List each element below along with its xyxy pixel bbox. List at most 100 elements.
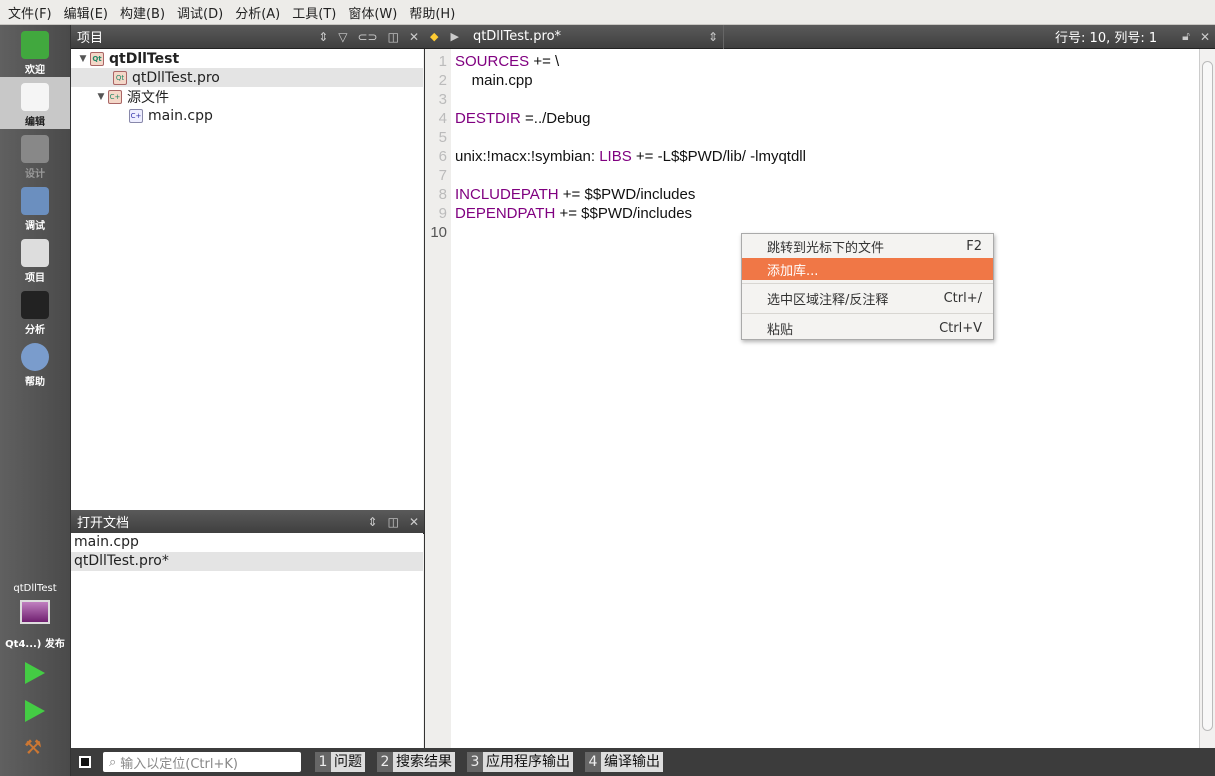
split-icon[interactable]: ◫ bbox=[388, 515, 399, 529]
mode-label: 项目 bbox=[25, 273, 45, 284]
mode-label: 帮助 bbox=[25, 377, 45, 388]
menu-item-label: 粘贴 bbox=[767, 322, 794, 338]
menu-item[interactable]: 调试(D) bbox=[171, 3, 229, 22]
help-icon bbox=[21, 343, 49, 371]
code-editor[interactable]: 1 2 3 4 5 6 7 8 9 10 SOURCES += \ main.cpp DESTDIR… bbox=[424, 49, 1199, 748]
toggle-sidebar-icon[interactable] bbox=[79, 756, 91, 768]
mode-analyze[interactable]: 分析 bbox=[0, 285, 70, 337]
panel-title: 打开文档 bbox=[77, 516, 130, 531]
menu-separator bbox=[742, 313, 993, 314]
code-text: unix:!macx:!symbian: bbox=[455, 148, 600, 165]
menu-item[interactable]: 窗体(W) bbox=[342, 3, 403, 22]
qt-project-icon: Qt bbox=[90, 51, 104, 66]
open-docs-list: main.cpp qtDllTest.pro* bbox=[71, 533, 423, 748]
mode-debug[interactable]: 调试 bbox=[0, 181, 70, 233]
menu-item-label: 选中区域注释/反注释 bbox=[767, 292, 889, 308]
locator-input[interactable]: ⌕ 输入以定位(Ctrl+K) bbox=[103, 752, 301, 772]
output-tab[interactable]: 1 问题 bbox=[315, 752, 365, 772]
mode-help[interactable]: 帮助 bbox=[0, 337, 70, 389]
open-doc-item[interactable]: qtDllTest.pro* bbox=[71, 552, 423, 571]
qt-logo-icon bbox=[21, 31, 49, 59]
mode-sidebar: qtDllTest Qt4...) 发布 ⚒ 欢迎 编辑设计 调试项目分析帮助 bbox=[0, 25, 71, 776]
locator-placeholder: 输入以定位(Ctrl+K) bbox=[120, 756, 238, 772]
menu-item[interactable]: 工具(T) bbox=[286, 3, 342, 22]
menu-item[interactable]: 帮助(H) bbox=[403, 3, 461, 22]
code-text: =../Debug bbox=[520, 110, 591, 127]
debug-run-icon[interactable] bbox=[25, 700, 45, 722]
mode-label: 分析 bbox=[25, 325, 45, 336]
context-menu-item[interactable]: 添加库... bbox=[742, 258, 993, 280]
keyword: LIBS bbox=[599, 148, 632, 165]
open-docs-header: 打开文档 ⇕ ◫ ✕ bbox=[71, 510, 424, 534]
mode-label: 设计 bbox=[25, 169, 45, 180]
link-icon[interactable]: ⊂⊃ bbox=[357, 30, 377, 44]
tab-number: 3 bbox=[467, 752, 483, 772]
document-selector[interactable]: qtDllTest.pro* bbox=[473, 29, 703, 44]
menu-item[interactable]: 编辑(E) bbox=[58, 3, 114, 22]
close-document-icon[interactable]: ✕ bbox=[1200, 30, 1210, 44]
menu-item-shortcut: F2 bbox=[966, 238, 982, 254]
context-menu-item[interactable]: 跳转到光标下的文件 F2 bbox=[742, 235, 993, 257]
lock-icon[interactable]: 🔓︎ bbox=[1182, 29, 1190, 44]
context-menu-item[interactable]: 粘贴 Ctrl+V bbox=[742, 317, 993, 339]
vertical-scrollbar[interactable] bbox=[1199, 49, 1215, 748]
run-icon[interactable] bbox=[25, 662, 45, 684]
tree-item-main-cpp[interactable]: C+ main.cpp bbox=[71, 106, 423, 125]
tree-item-sources[interactable]: ▼ C+ 源文件 bbox=[71, 87, 423, 106]
menu-item[interactable]: 分析(A) bbox=[229, 3, 286, 22]
line-number-gutter: 1 2 3 4 5 6 7 8 9 10 bbox=[425, 49, 451, 748]
menu-item[interactable]: 构建(B) bbox=[114, 3, 171, 22]
keyword: SOURCES bbox=[455, 53, 530, 70]
menu-item-shortcut: Ctrl+V bbox=[939, 320, 982, 336]
folder-icon: C+ bbox=[108, 89, 122, 104]
line-number: 8 bbox=[438, 186, 447, 203]
line-number: 2 bbox=[438, 72, 447, 89]
tree-item-pro-file[interactable]: Qt qtDllTest.pro bbox=[71, 68, 423, 87]
tab-label: 编译输出 bbox=[601, 752, 663, 772]
split-icon[interactable]: ◫ bbox=[388, 30, 399, 44]
target-project: qtDllTest bbox=[13, 583, 57, 594]
view-select-icon[interactable]: ⇕ bbox=[368, 515, 378, 529]
target-selector-icon[interactable] bbox=[20, 600, 50, 624]
design-icon bbox=[21, 135, 49, 163]
back-icon[interactable]: ◆ bbox=[430, 30, 438, 43]
open-doc-item[interactable]: main.cpp bbox=[71, 533, 423, 552]
keyword: DEPENDPATH bbox=[455, 205, 556, 222]
code-text: += -L$$PWD/lib/ -lmyqtdll bbox=[631, 148, 806, 165]
menu-item-label: 跳转到光标下的文件 bbox=[767, 240, 885, 256]
search-icon: ⌕ bbox=[109, 754, 117, 770]
code-text: += $$PWD/includes bbox=[555, 205, 693, 222]
mode-design[interactable]: 设计 bbox=[0, 129, 70, 181]
target-kit: Qt4...) 发布 bbox=[5, 639, 65, 650]
cpp-file-icon: C+ bbox=[129, 108, 143, 123]
line-number: 3 bbox=[438, 91, 447, 108]
close-icon[interactable]: ✕ bbox=[409, 515, 419, 529]
tab-number: 2 bbox=[377, 752, 393, 772]
menu-bar: 文件(F) 编辑(E) 构建(B) 调试(D) 分析(A) 工具(T) 窗体(W) 帮助(H) bbox=[0, 0, 1215, 25]
output-tab[interactable]: 4 编译输出 bbox=[585, 752, 663, 772]
tab-label: 应用程序输出 bbox=[483, 752, 573, 772]
mode-project[interactable]: 项目 bbox=[0, 233, 70, 285]
context-menu-item[interactable]: 选中区域注释/反注释 Ctrl+/ bbox=[742, 287, 993, 309]
output-tab[interactable]: 3 应用程序输出 bbox=[467, 752, 573, 772]
menu-item[interactable]: 文件(F) bbox=[2, 3, 58, 22]
output-tab[interactable]: 2 搜索结果 bbox=[377, 752, 455, 772]
forward-icon[interactable]: ▶ bbox=[450, 30, 458, 43]
line-number: 6 bbox=[438, 148, 447, 165]
view-select-icon[interactable]: ⇕ bbox=[318, 30, 328, 44]
keyword: INCLUDEPATH bbox=[455, 186, 559, 203]
build-hammer-icon[interactable]: ⚒ bbox=[24, 735, 42, 759]
mode-label: 欢迎 bbox=[25, 65, 45, 76]
line-number: 9 bbox=[438, 205, 447, 222]
close-icon[interactable]: ✕ bbox=[409, 30, 419, 44]
line-number: 1 bbox=[438, 53, 447, 70]
mode-document-edit[interactable]: 编辑 bbox=[0, 77, 70, 129]
tree-item-project[interactable]: ▼ Qt qtDllTest bbox=[71, 49, 423, 68]
context-menu: 跳转到光标下的文件 F2 添加库... 选中区域注释/反注释 Ctrl+/ 粘贴 Ctrl+… bbox=[741, 233, 994, 340]
document-dropdown-icon[interactable]: ⇕ bbox=[708, 30, 718, 44]
filter-icon[interactable]: ▽ bbox=[338, 30, 347, 44]
menu-item-label: 添加库... bbox=[767, 263, 819, 279]
project-icon bbox=[21, 239, 49, 267]
mode-qt-logo[interactable]: 欢迎 bbox=[0, 25, 70, 77]
line-number: 5 bbox=[438, 129, 447, 146]
